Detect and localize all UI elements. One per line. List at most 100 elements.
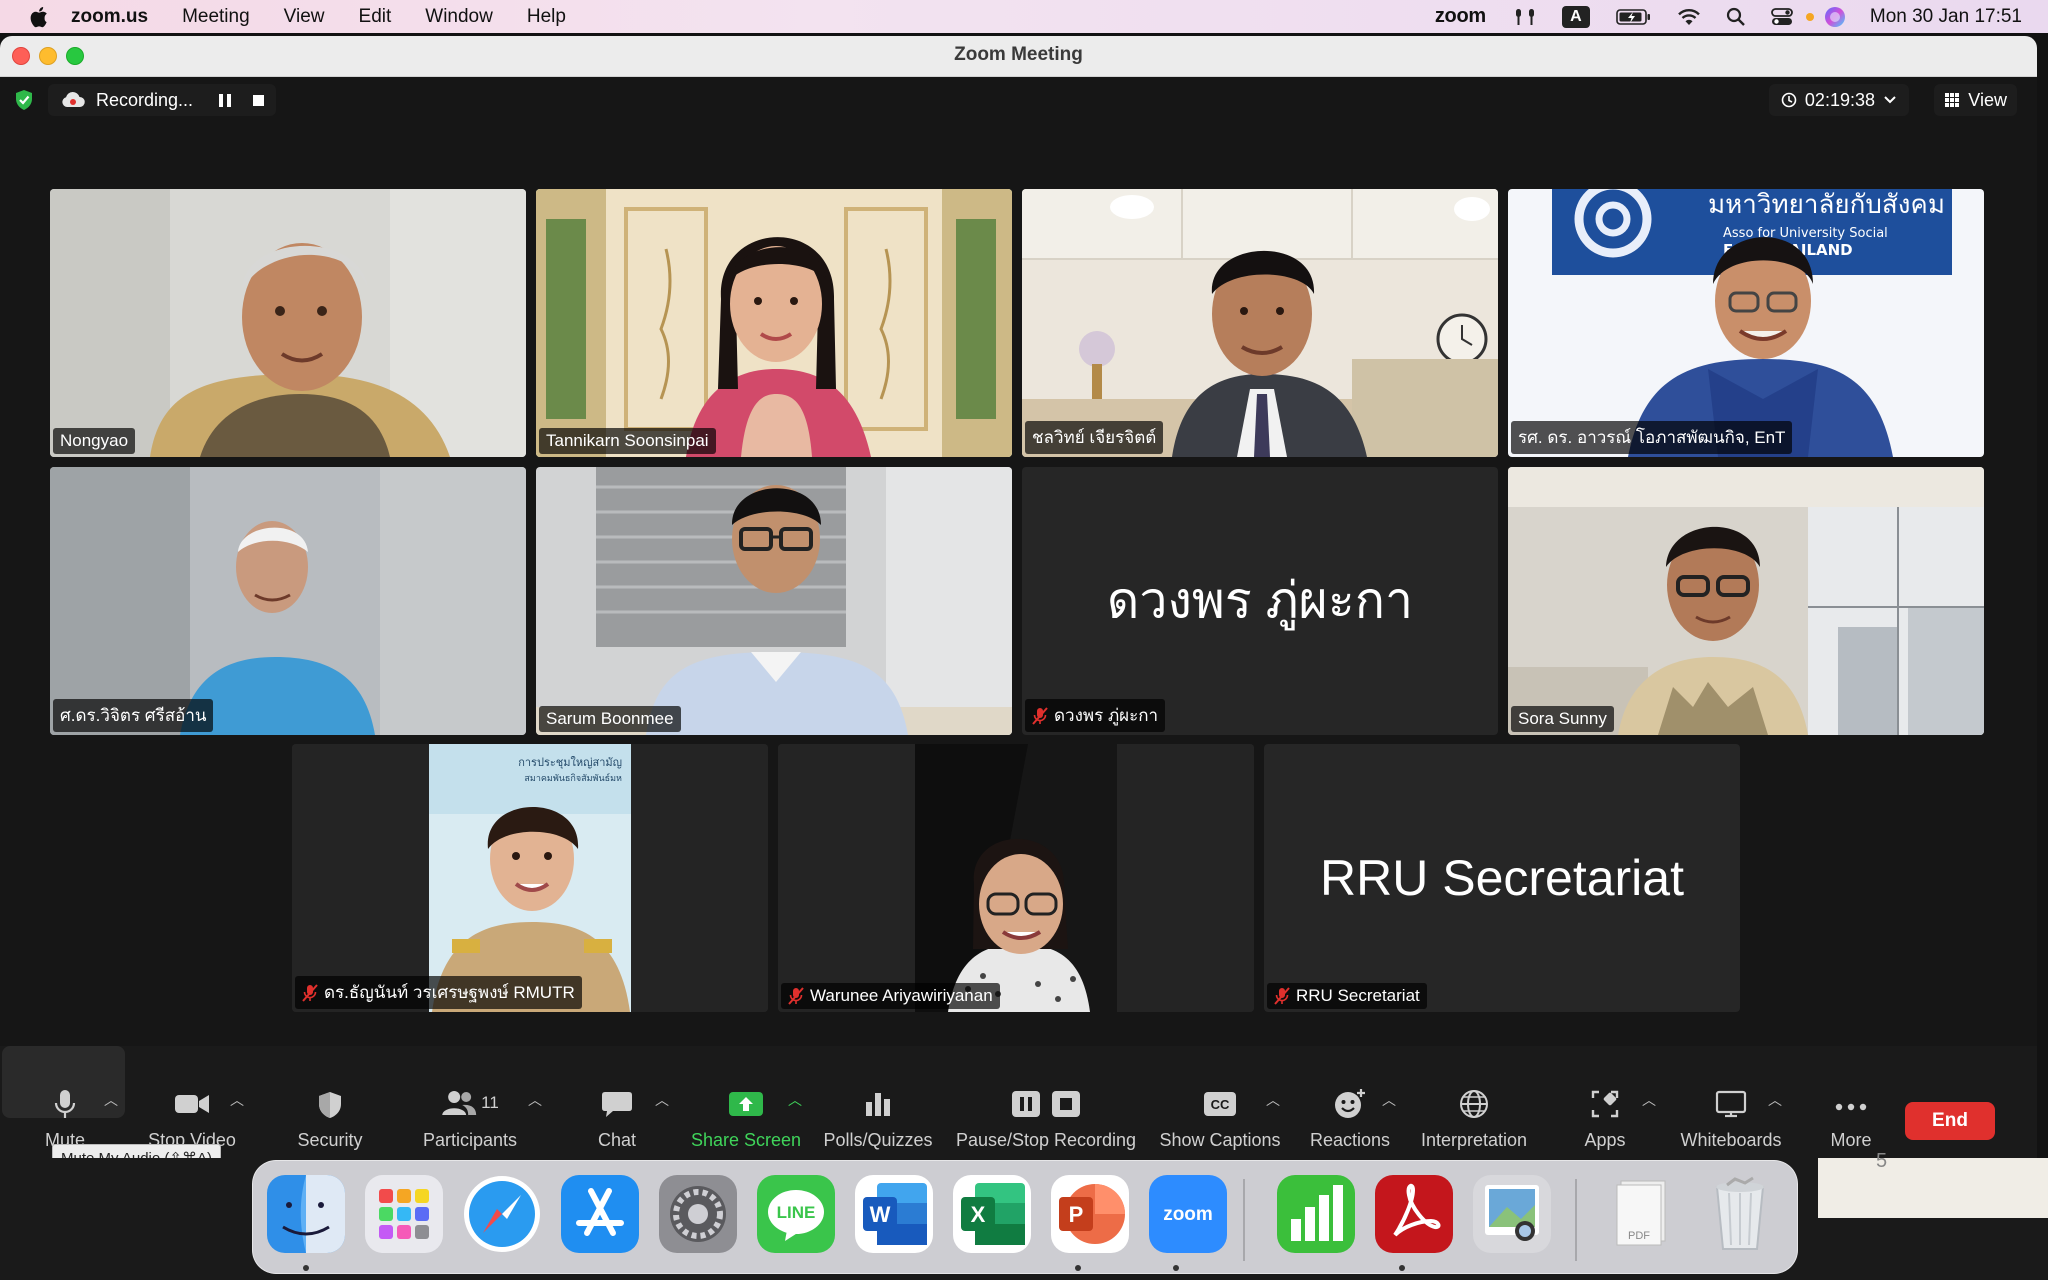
end-meeting-button[interactable]: End	[1905, 1102, 1995, 1140]
participants-options-caret[interactable]: ︿	[528, 1090, 542, 1110]
reactions-options-caret[interactable]: ︿	[1382, 1090, 1396, 1110]
muted-mic-icon	[1032, 706, 1048, 725]
apple-logo-icon[interactable]	[27, 5, 49, 29]
privacy-indicator-icon	[1805, 12, 1814, 21]
dock-acrobat-icon[interactable]	[1375, 1175, 1453, 1253]
video-tile-sarum[interactable]: Sarum Boonmee	[536, 467, 1012, 735]
mute-button[interactable]: Mute	[20, 1046, 110, 1158]
video-tile-chalawit[interactable]: ชลวิทย์ เจียรจิตต์	[1022, 189, 1498, 457]
muted-mic-icon	[302, 983, 318, 1002]
participant-name-tag: ชลวิทย์ เจียรจิตต์	[1025, 421, 1164, 454]
svg-text:W: W	[870, 1202, 891, 1227]
backdrop-title-line: การประชุมใหญ่สามัญ	[518, 756, 622, 769]
app-menu-zoom[interactable]: zoom.us	[71, 6, 148, 28]
pause-stop-recording-button[interactable]: Pause/Stop Recording	[954, 1046, 1138, 1158]
view-label: View	[1968, 89, 2007, 110]
video-tile-warunee[interactable]: Warunee Ariyawiriyanan	[778, 744, 1254, 1012]
dock-app-store-icon[interactable]	[561, 1175, 639, 1253]
polls-button[interactable]: Polls/Quizzes	[818, 1046, 938, 1158]
apps-button[interactable]: Apps	[1570, 1046, 1640, 1158]
battery-icon[interactable]	[1616, 8, 1652, 26]
control-center-icon[interactable]	[1770, 7, 1796, 27]
dock-numbers-icon[interactable]	[1277, 1175, 1355, 1253]
whiteboards-options-caret[interactable]: ︿	[1768, 1090, 1782, 1110]
video-camera-icon	[175, 1095, 209, 1113]
dock-line-icon[interactable]: LINE	[757, 1175, 835, 1253]
dock-separator	[1575, 1179, 1577, 1261]
more-button[interactable]: More	[1806, 1046, 1896, 1158]
stop-recording-icon[interactable]	[253, 94, 265, 106]
zoom-status-item[interactable]: zoom	[1435, 5, 1486, 28]
wifi-icon[interactable]	[1676, 7, 1702, 27]
banner-english-line: Asso for University Social	[1723, 226, 1888, 241]
video-tile-duangporn[interactable]: ดวงพร ภู่ผะกา ดวงพร ภู่ผะกา	[1022, 467, 1498, 735]
recording-indicator[interactable]: Recording...	[48, 84, 277, 116]
pause-recording-icon[interactable]	[219, 93, 232, 107]
video-tile-sora[interactable]: Sora Sunny	[1508, 467, 1984, 735]
whiteboard-icon	[1715, 1090, 1747, 1118]
video-tile-wijit[interactable]: ศ.ดร.วิจิตร ศรีสอ้าน	[50, 467, 526, 735]
video-tile-awon[interactable]: มหาวิทยาลัยกับสังคม Asso for University …	[1508, 189, 1984, 457]
chat-button[interactable]: Chat	[580, 1046, 654, 1158]
dock-preview-icon[interactable]	[1473, 1175, 1551, 1253]
dock-launchpad-icon[interactable]	[365, 1175, 443, 1253]
menubar-clock[interactable]: Mon 30 Jan 17:51	[1870, 6, 2022, 28]
airpods-icon[interactable]	[1512, 7, 1538, 27]
video-options-caret[interactable]: ︿	[230, 1090, 244, 1110]
spotlight-search-icon[interactable]	[1726, 7, 1746, 27]
menu-help[interactable]: Help	[527, 6, 566, 28]
menu-meeting[interactable]: Meeting	[182, 6, 250, 28]
meeting-timer[interactable]: 02:19:38	[1768, 84, 1909, 116]
cloud-recording-icon	[62, 91, 85, 107]
participant-name-tag: ดวงพร ภู่ผะกา	[1025, 699, 1166, 732]
show-captions-button[interactable]: CC Show Captions	[1158, 1046, 1282, 1158]
dock-trash-icon[interactable]	[1701, 1175, 1779, 1253]
meeting-top-strip: Recording... 02:19:38 View	[0, 76, 2037, 120]
closed-captions-icon: CC	[1204, 1092, 1236, 1116]
dock-system-settings-icon[interactable]	[659, 1175, 737, 1253]
video-tile-nongyao[interactable]: Nongyao	[50, 189, 526, 457]
dock-word-icon[interactable]: W	[855, 1175, 933, 1253]
security-button[interactable]: Security	[280, 1046, 380, 1158]
participant-video	[536, 467, 1012, 735]
participant-name-tag: Tannikarn Soonsinpai	[539, 428, 716, 454]
video-tile-rru-secretariat[interactable]: RRU Secretariat RRU Secretariat	[1264, 744, 1740, 1012]
stop-icon	[1052, 1091, 1080, 1117]
dock-pdf-stack-icon[interactable]: PDF	[1603, 1175, 1681, 1253]
participant-name-tag: ศ.ดร.วิจิตร ศรีสอ้าน	[53, 699, 214, 732]
captions-options-caret[interactable]: ︿	[1266, 1090, 1280, 1110]
interpretation-button[interactable]: Interpretation	[1414, 1046, 1534, 1158]
muted-mic-icon	[788, 987, 804, 1005]
svg-text:X: X	[971, 1202, 986, 1227]
dock-powerpoint-icon[interactable]: P	[1051, 1175, 1129, 1253]
chat-options-caret[interactable]: ︿	[655, 1090, 669, 1110]
svg-text:LINE: LINE	[777, 1203, 816, 1222]
stop-video-button[interactable]: Stop Video	[142, 1046, 242, 1158]
input-source-icon[interactable]: A	[1561, 5, 1590, 28]
background-document-window	[1818, 1158, 2048, 1218]
participant-name-tag: Warunee Ariyawiriyanan	[781, 983, 1000, 1009]
participant-name-tag: ดร.ธัญนันท์ วรเศรษฐพงษ์ RMUTR	[295, 976, 582, 1009]
backdrop-subtitle-line: สมาคมพันธกิจสัมพันธ์มห	[524, 772, 622, 784]
menu-view[interactable]: View	[284, 6, 325, 28]
dock-zoom-icon[interactable]: zoom	[1149, 1175, 1227, 1253]
view-button[interactable]: View	[1934, 84, 2017, 116]
background-page-number: 5	[1876, 1150, 1888, 1172]
encryption-shield-icon[interactable]	[14, 89, 34, 111]
menu-bar: zoom.us Meeting View Edit Window Help zo…	[0, 0, 2048, 33]
dock-running-indicator	[1399, 1265, 1405, 1271]
video-tile-tannikarn[interactable]: Tannikarn Soonsinpai	[536, 189, 1012, 457]
audio-options-caret[interactable]: ︿	[104, 1090, 118, 1110]
menu-window[interactable]: Window	[425, 6, 493, 28]
apps-options-caret[interactable]: ︿	[1642, 1090, 1656, 1110]
siri-icon[interactable]	[1824, 6, 1846, 28]
svg-text:PDF: PDF	[1628, 1230, 1650, 1242]
dock-finder-icon[interactable]	[267, 1175, 345, 1253]
participants-button[interactable]: 11 Participants	[415, 1046, 525, 1158]
share-options-caret[interactable]: ︿	[788, 1090, 802, 1110]
participant-video: การประชุมใหญ่สามัญ สมาคมพันธกิจสัมพันธ์ม…	[292, 744, 768, 1012]
dock-excel-icon[interactable]: X	[953, 1175, 1031, 1253]
menu-edit[interactable]: Edit	[359, 6, 392, 28]
dock-safari-icon[interactable]	[463, 1175, 541, 1253]
video-tile-thanyanan[interactable]: การประชุมใหญ่สามัญ สมาคมพันธกิจสัมพันธ์ม…	[292, 744, 768, 1012]
